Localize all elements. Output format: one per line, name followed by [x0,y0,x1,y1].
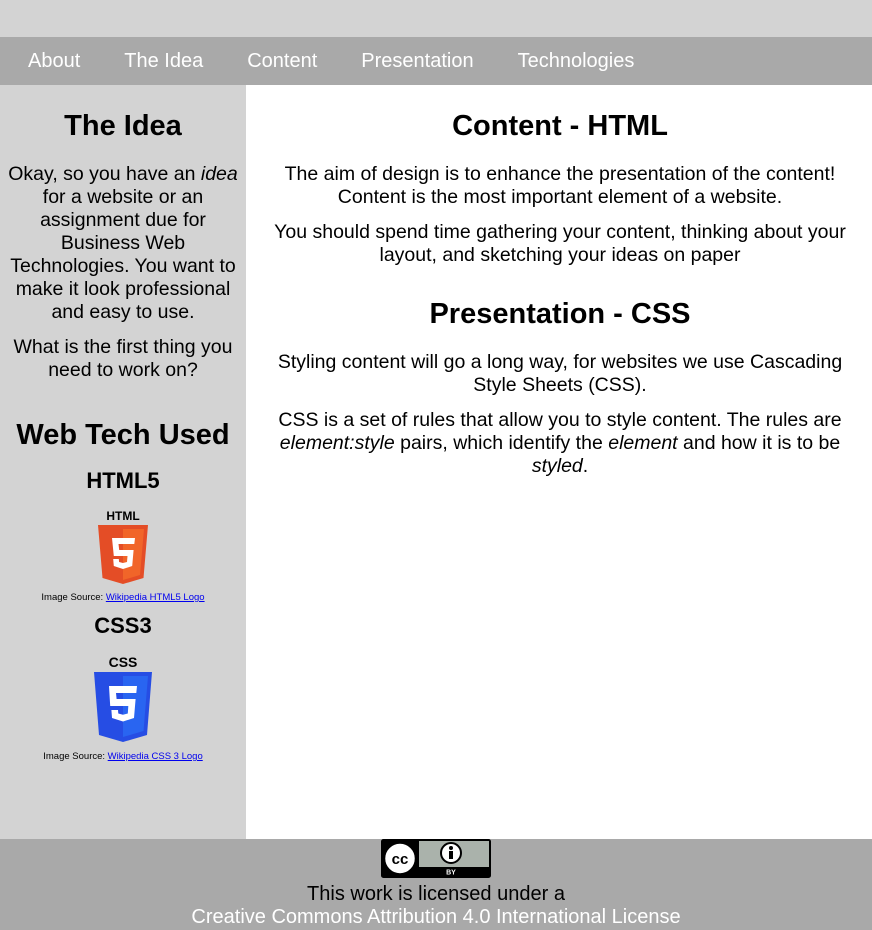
top-band [0,0,872,37]
sidebar: The Idea Okay, so you have an idea for a… [0,85,246,839]
css3-heading: CSS3 [94,613,152,638]
presentation-paragraph-2: CSS is a set of rules that allow you to … [278,409,842,477]
html5-shield-icon: HTML [98,510,148,584]
web-tech-title: Web Tech Used [16,419,230,451]
css3-logo: CSS [6,655,240,745]
cc-by-badge-icon[interactable]: cc BY [381,839,491,878]
html5-credit-link[interactable]: Wikipedia HTML5 Logo [106,592,205,603]
html5-logo: HTML [6,510,240,586]
content-title: Content - HTML [452,110,668,142]
nav-technologies[interactable]: Technologies [496,37,657,85]
nav-content[interactable]: Content [225,37,339,85]
svg-text:HTML: HTML [106,510,139,523]
nav-about[interactable]: About [6,37,102,85]
svg-text:BY: BY [446,870,456,877]
css3-credit: Image Source: Wikipedia CSS 3 Logo [43,751,203,762]
footer: cc BY This work is licensed under a Crea… [0,839,872,930]
main-content: Content - HTML The aim of design is to e… [246,85,872,839]
html5-credit: Image Source: Wikipedia HTML5 Logo [41,592,205,603]
main-nav: About The Idea Content Presentation Tech… [0,37,872,85]
license-text: This work is licensed under a [307,883,565,905]
nav-the-idea[interactable]: The Idea [102,37,225,85]
license-link[interactable]: Creative Commons Attribution 4.0 Interna… [191,906,680,928]
css3-shield-icon: CSS [94,655,152,742]
svg-text:cc: cc [392,851,409,868]
idea-paragraph-1: Okay, so you have an idea for a website … [8,163,238,323]
page-body: The Idea Okay, so you have an idea for a… [0,85,872,839]
content-paragraph-2: You should spend time gathering your con… [274,221,846,266]
svg-text:CSS: CSS [109,655,138,670]
idea-emphasis: idea [200,163,238,185]
css3-credit-link[interactable]: Wikipedia CSS 3 Logo [108,751,203,762]
content-paragraph-1: The aim of design is to enhance the pres… [284,163,836,208]
html5-heading: HTML5 [86,468,160,493]
idea-title: The Idea [64,110,182,142]
presentation-paragraph-1: Styling content will go a long way, for … [277,351,843,396]
presentation-title: Presentation - CSS [429,298,691,330]
idea-paragraph-2: What is the first thing you need to work… [13,336,233,381]
nav-presentation[interactable]: Presentation [339,37,495,85]
